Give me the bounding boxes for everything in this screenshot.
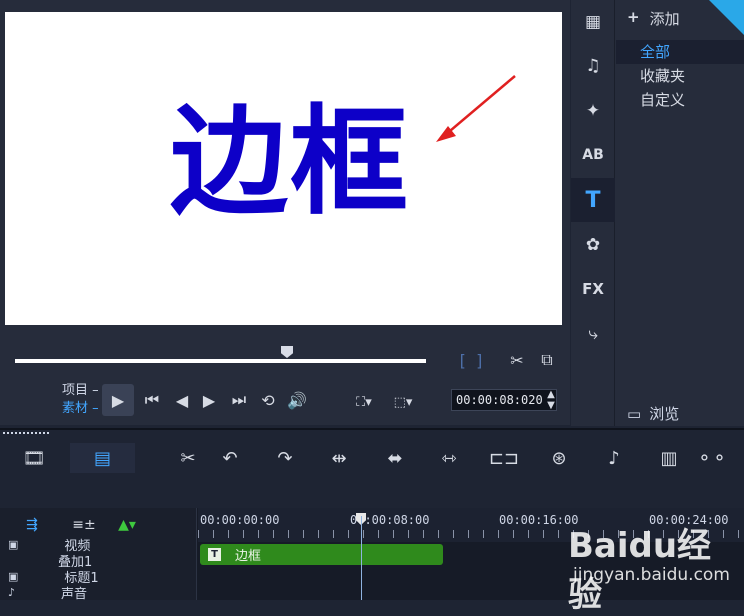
annotation-arrow xyxy=(436,75,516,142)
split-icon[interactable]: ⇿ xyxy=(435,445,463,471)
mode-labels[interactable]: 项目 – 素材 – xyxy=(62,382,99,418)
voice-track-icon: ♪ xyxy=(8,585,16,599)
plus-icon: + xyxy=(627,8,640,26)
auto-music-icon[interactable]: ▥ xyxy=(655,445,683,471)
ruler-tick-label: 00:00:00:00 xyxy=(200,513,280,527)
snapshot-icon[interactable]: ⧉ xyxy=(537,350,557,370)
scrub-track[interactable] xyxy=(15,359,426,363)
browse-button[interactable]: ▭ 浏览 xyxy=(627,403,679,424)
library-list: 全部 收藏夹 自定义 xyxy=(616,40,744,112)
audio-icon[interactable]: ♫ xyxy=(571,44,615,88)
library-item-all[interactable]: 全部 xyxy=(616,40,744,64)
path-icon[interactable]: ⤷ xyxy=(571,312,615,356)
graphic-icon[interactable]: ✿ xyxy=(571,223,615,267)
track-header-voice[interactable]: ♪ 声音 xyxy=(0,584,197,602)
sound-mixer-icon[interactable]: ♪ xyxy=(600,445,628,471)
redo-icon[interactable]: ↷ xyxy=(271,445,299,471)
title-track-icon: ▣ xyxy=(8,569,19,583)
add-button[interactable]: + 添加 xyxy=(627,8,680,29)
scissors-icon[interactable]: ✂ xyxy=(507,350,527,370)
chapter-marker-icon[interactable]: ▲▾ xyxy=(114,515,140,535)
fit-timeline-icon[interactable]: ⇹ xyxy=(325,445,353,471)
project-mode-label[interactable]: 项目 – xyxy=(62,382,99,400)
clip-mode-label[interactable]: 素材 – xyxy=(62,400,99,418)
prev-frame-icon[interactable]: ◀ xyxy=(173,390,191,410)
aspect-ratio-icon[interactable]: ⛶▾ xyxy=(352,392,376,412)
track-header-video[interactable]: ▣ 视频 xyxy=(0,536,197,554)
add-track-icon[interactable]: ≡± xyxy=(72,515,96,535)
multi-cam-icon[interactable]: ⚬⚬ xyxy=(697,445,727,471)
timecode-spinner[interactable]: ▲ ▼ xyxy=(545,388,557,412)
title-clip[interactable]: T 边框 xyxy=(200,544,443,565)
undo-icon[interactable]: ↶ xyxy=(216,445,244,471)
storyboard-view-icon[interactable]: ▤ xyxy=(70,443,135,473)
media-icon[interactable]: ▦ xyxy=(571,0,615,44)
next-frame-icon[interactable]: ▶ xyxy=(200,390,218,410)
title-icon[interactable]: T xyxy=(571,178,615,222)
playhead-line xyxy=(361,516,362,600)
library-item-custom[interactable]: 自定义 xyxy=(616,88,744,112)
record-capture-icon[interactable]: ⊛ xyxy=(545,445,573,471)
trim-icon[interactable]: ⊏⊐ xyxy=(489,445,519,471)
fit-frame-icon[interactable]: ⬌ xyxy=(381,445,409,471)
category-bar: ▦ ♫ ✦ AB T ✿ FX ⤷ xyxy=(571,0,615,426)
title-clip-icon: T xyxy=(208,548,221,561)
volume-icon[interactable]: 🔊 xyxy=(287,390,307,410)
preview-title-text: 边框 xyxy=(170,93,411,231)
mark-in-out-icon[interactable]: [ ] xyxy=(452,351,490,370)
drag-handle[interactable] xyxy=(3,432,49,435)
video-track-icon: ▣ xyxy=(8,537,19,551)
tools-icon[interactable]: ✂ xyxy=(174,445,202,471)
track-header-title[interactable]: ▣ 标题1 xyxy=(0,568,197,586)
play-button[interactable]: ▶ xyxy=(102,384,134,416)
go-end-icon[interactable]: ⏭ xyxy=(230,390,248,410)
crop-icon[interactable]: ⬚▾ xyxy=(390,392,416,412)
transition-icon[interactable]: ✦ xyxy=(571,89,615,133)
library-item-favorites[interactable]: 收藏夹 xyxy=(616,64,744,88)
timeline-view-icon[interactable]: 🎞 xyxy=(20,445,48,471)
timecode-display[interactable]: 00:00:08:020 xyxy=(451,389,557,411)
ruler-tick-label: 00:00:16:00 xyxy=(499,513,579,527)
repeat-icon[interactable]: ⟲ xyxy=(258,390,278,410)
track-manager-icon[interactable]: ⇶ xyxy=(20,515,44,535)
watermark-url: jingyan.baidu.com xyxy=(573,565,730,585)
ab-icon[interactable]: AB xyxy=(571,133,615,177)
go-start-icon[interactable]: ⏮ xyxy=(143,390,161,410)
browse-icon: ▭ xyxy=(627,404,642,423)
fx-icon[interactable]: FX xyxy=(571,267,615,311)
